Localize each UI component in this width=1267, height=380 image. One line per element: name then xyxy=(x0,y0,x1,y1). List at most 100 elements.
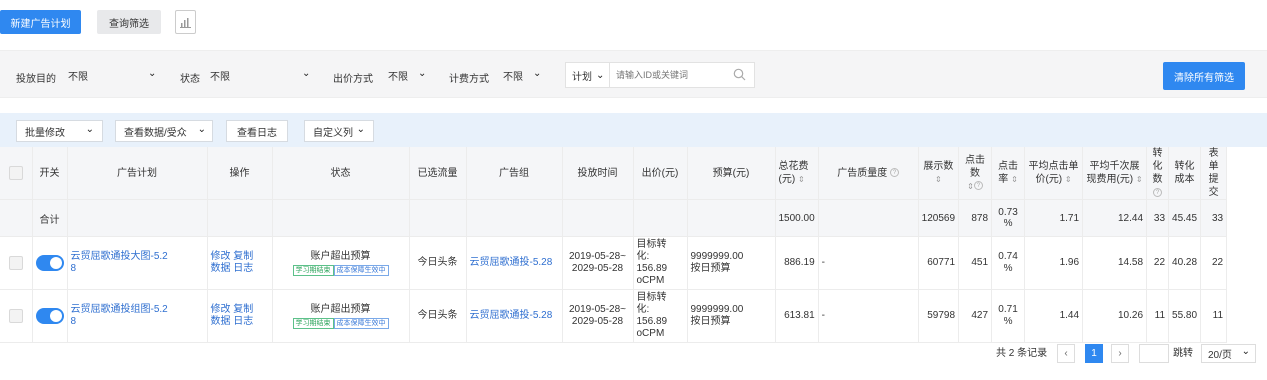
search-icon[interactable] xyxy=(733,68,746,84)
view-data-button[interactable]: 查看数据/受众 ⌄ xyxy=(115,120,213,142)
sort-icon: ⇕ xyxy=(1135,175,1143,184)
col-impressions[interactable]: 展示数 ⇕ xyxy=(918,147,960,200)
empty-cell xyxy=(818,199,919,237)
status-text: 账户超出预算 xyxy=(310,250,371,262)
col-conv-cost: 转化成本 xyxy=(1168,147,1202,200)
time-end: 2029-05-28 xyxy=(571,263,624,274)
status-label: 状态 xyxy=(180,74,200,85)
empty-cell xyxy=(466,199,563,237)
ops-cell: 修改 复制 数据 日志 xyxy=(207,236,273,290)
col-group: 广告组 xyxy=(466,147,563,200)
status-select[interactable]: 不限 ⌄ xyxy=(202,62,322,88)
col-clicks[interactable]: 点击数 ⇕? xyxy=(958,147,993,200)
prev-page-button[interactable]: ‹ xyxy=(1057,344,1075,363)
edit-copy-links[interactable]: 修改 复制 xyxy=(211,304,254,315)
next-page-button[interactable]: › xyxy=(1111,344,1129,363)
jump-page-input[interactable] xyxy=(1139,344,1169,363)
status-value: 不限 xyxy=(210,71,230,83)
ctr-cell: 0.74 % xyxy=(991,236,1026,290)
cpm-cell: 10.26 xyxy=(1082,289,1148,343)
search-input[interactable] xyxy=(616,66,726,84)
ctr-cell: 0.71 % xyxy=(991,289,1026,343)
empty-cell xyxy=(409,199,467,237)
row-checkbox[interactable] xyxy=(8,309,23,323)
filter-bar: 投放目的 不限 ⌄ 状态 不限 ⌄ 出价方式 不限 ⌄ 计费方式 不限 ⌄ 计划… xyxy=(0,50,1267,98)
empty-cell xyxy=(272,199,410,237)
bid-line3: 156.89 xyxy=(636,316,668,327)
group-cell[interactable]: 云贸屈歌通投-5.28 xyxy=(466,289,563,343)
batch-edit-button[interactable]: 批量修改 ⌄ xyxy=(16,120,103,142)
query-filter-button[interactable]: 查询筛选 xyxy=(97,10,161,34)
plan-toggle[interactable] xyxy=(35,308,64,324)
status-text: 账户超出预算 xyxy=(310,303,371,315)
total-conv: 33 xyxy=(1146,199,1170,237)
status-cell: 账户超出预算 学习期结束 成本保障生效中 xyxy=(272,236,410,290)
total-forms: 33 xyxy=(1200,199,1228,237)
bid-line3: 156.89 xyxy=(636,263,668,274)
cost-cell: 886.19 xyxy=(775,236,819,290)
total-row: 合计 1500.00 120569 878 0.73 % 1.71 12.44 … xyxy=(0,199,1228,237)
conv-cost-cell: 55.80 xyxy=(1168,289,1202,343)
row-checkbox[interactable] xyxy=(8,256,23,270)
plans-table: 开关 广告计划 操作 状态 已选流量 广告组 投放时间 出价(元) 预算(元) … xyxy=(0,147,1228,343)
bid-cell: 目标转 化: 156.89 oCPM xyxy=(633,289,688,343)
bid-line1: 目标转 xyxy=(636,292,667,303)
billing-select[interactable]: 不限 ⌄ xyxy=(495,62,553,88)
col-bid: 出价(元) xyxy=(633,147,688,200)
col-cpm[interactable]: 平均千次展现费用(元) ⇕ xyxy=(1082,147,1148,200)
empty-cell xyxy=(687,199,776,237)
group-link[interactable]: 云贸屈歌通投-5.28 xyxy=(470,257,553,268)
plan-name-line1: 云贸屈歌通投大图-5.2 xyxy=(70,251,168,262)
group-cell[interactable]: 云贸屈歌通投-5.28 xyxy=(466,236,563,290)
group-link[interactable]: 云贸屈歌通投-5.28 xyxy=(470,310,553,321)
chevron-down-icon: ⌄ xyxy=(418,68,427,79)
page-1-button[interactable]: 1 xyxy=(1085,344,1103,363)
time-start: 2019-05-28~ xyxy=(569,304,626,315)
budget-cell: 9999999.00 按日预算 xyxy=(687,236,776,290)
plan-name-cell[interactable]: 云贸屈歌通投大图-5.2 8 xyxy=(67,236,208,290)
row-select-cell[interactable] xyxy=(0,236,33,290)
quality-cell: - xyxy=(818,236,919,290)
bid-select[interactable]: 不限 ⌄ xyxy=(380,62,438,88)
total-records: 共 2 条记录 xyxy=(996,348,1048,359)
bar-chart-icon[interactable] xyxy=(175,10,196,34)
col-budget: 预算(元) xyxy=(687,147,776,200)
plan-name-cell[interactable]: 云贸屈歌通投组图-5.2 8 xyxy=(67,289,208,343)
page-size-select[interactable]: 20/页 ⌄ xyxy=(1201,344,1256,363)
chevron-down-icon: ⌄ xyxy=(197,124,206,135)
col-cpc[interactable]: 平均点击单价(元) ⇕ xyxy=(1024,147,1084,200)
edit-copy-links[interactable]: 修改 复制 xyxy=(211,251,254,262)
purpose-select[interactable]: 不限 ⌄ xyxy=(60,62,170,88)
empty-cell xyxy=(562,199,634,237)
col-cost[interactable]: 总花费(元) ⇕ xyxy=(775,147,819,200)
ops-cell: 修改 复制 数据 日志 xyxy=(207,289,273,343)
row-switch-cell[interactable] xyxy=(32,289,68,343)
plan-name-link[interactable]: 云贸屈歌通投大图-5.2 8 xyxy=(71,251,168,274)
col-forms: 表单提交 xyxy=(1200,147,1228,200)
plan-name-line2: 8 xyxy=(70,263,77,274)
scope-select[interactable]: 计划 ⌄ xyxy=(566,63,610,87)
plan-toggle[interactable] xyxy=(35,255,64,271)
row-select-cell[interactable] xyxy=(0,289,33,343)
col-ctr[interactable]: 点击率 ⇕ xyxy=(991,147,1026,200)
scope-value: 计划 xyxy=(572,71,592,83)
data-log-links[interactable]: 数据 日志 xyxy=(211,316,254,327)
total-cost: 1500.00 xyxy=(775,199,819,237)
new-plan-button[interactable]: 新建广告计划 xyxy=(0,10,81,34)
clear-all-filters-button[interactable]: 清除所有筛选 xyxy=(1163,62,1245,90)
select-all-cell[interactable] xyxy=(0,147,33,200)
col-conv-label: 转化数 xyxy=(1152,148,1163,185)
plan-name-link[interactable]: 云贸屈歌通投组图-5.2 8 xyxy=(71,304,168,327)
row-switch-cell[interactable] xyxy=(32,236,68,290)
jump-label[interactable]: 跳转 xyxy=(1173,344,1193,364)
total-conv-cost: 45.45 xyxy=(1168,199,1202,237)
forms-cell: 11 xyxy=(1200,289,1228,343)
chevron-down-icon: ⌄ xyxy=(356,124,365,135)
data-log-links[interactable]: 数据 日志 xyxy=(211,263,254,274)
budget-cell: 9999999.00 按日预算 xyxy=(687,289,776,343)
quality-cell: - xyxy=(818,289,919,343)
sort-icon: ⇕ xyxy=(934,175,942,184)
view-log-button[interactable]: 查看日志 xyxy=(226,120,288,142)
select-all-checkbox[interactable] xyxy=(8,166,23,180)
custom-columns-button[interactable]: 自定义列 ⌄ xyxy=(304,120,374,142)
